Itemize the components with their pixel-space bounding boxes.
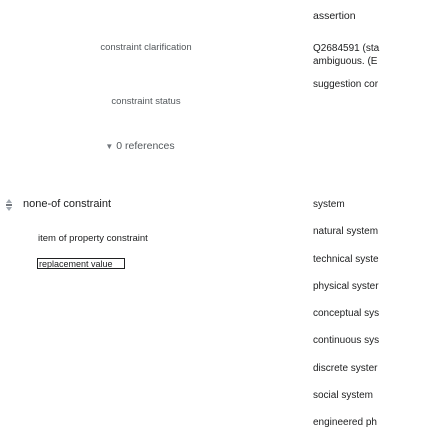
suggestion-item[interactable]: natural system	[313, 225, 379, 252]
description-line: ambiguous. (E	[313, 56, 378, 67]
statement-panel: constraint clarification constraint stat…	[0, 0, 280, 448]
qualifier-label-clarification: constraint clarification	[100, 42, 192, 53]
suggestion-item[interactable]: engineered ph	[313, 416, 379, 443]
description-line: suggestion cor	[313, 79, 379, 90]
suggestion-list: system natural system technical syste ph…	[313, 198, 379, 444]
qualifier-value-input-box	[37, 258, 125, 269]
suggestion-item[interactable]: physical syster	[313, 280, 379, 307]
references-count: 0 references	[116, 140, 175, 152]
suggestion-item[interactable]: continuous sys	[313, 334, 379, 361]
chevron-down-icon: ▼	[105, 142, 114, 151]
qualifier-property: item of property constraint	[38, 233, 148, 244]
statement-value: none-of constraint	[23, 198, 112, 210]
panel-title: assertion	[313, 10, 356, 22]
suggestion-item[interactable]: social system	[313, 389, 379, 416]
suggestion-item[interactable]: system	[313, 198, 379, 225]
qualifier-value-input[interactable]	[38, 259, 124, 268]
panel-description: Q2684591 (sta ambiguous. (E suggestion c…	[313, 42, 380, 90]
suggestion-item[interactable]: conceptual sys	[313, 307, 379, 334]
qualifier-label-status: constraint status	[111, 96, 181, 107]
rank-icon[interactable]	[2, 198, 16, 212]
suggestion-panel: assertion Q2684591 (sta ambiguous. (E su…	[301, 0, 448, 448]
suggestion-item[interactable]: discrete syster	[313, 362, 379, 389]
description-line: Q2684591 (sta	[313, 43, 380, 54]
references-toggle[interactable]: ▼ 0 references	[0, 140, 280, 152]
suggestion-item[interactable]: technical syste	[313, 253, 379, 280]
